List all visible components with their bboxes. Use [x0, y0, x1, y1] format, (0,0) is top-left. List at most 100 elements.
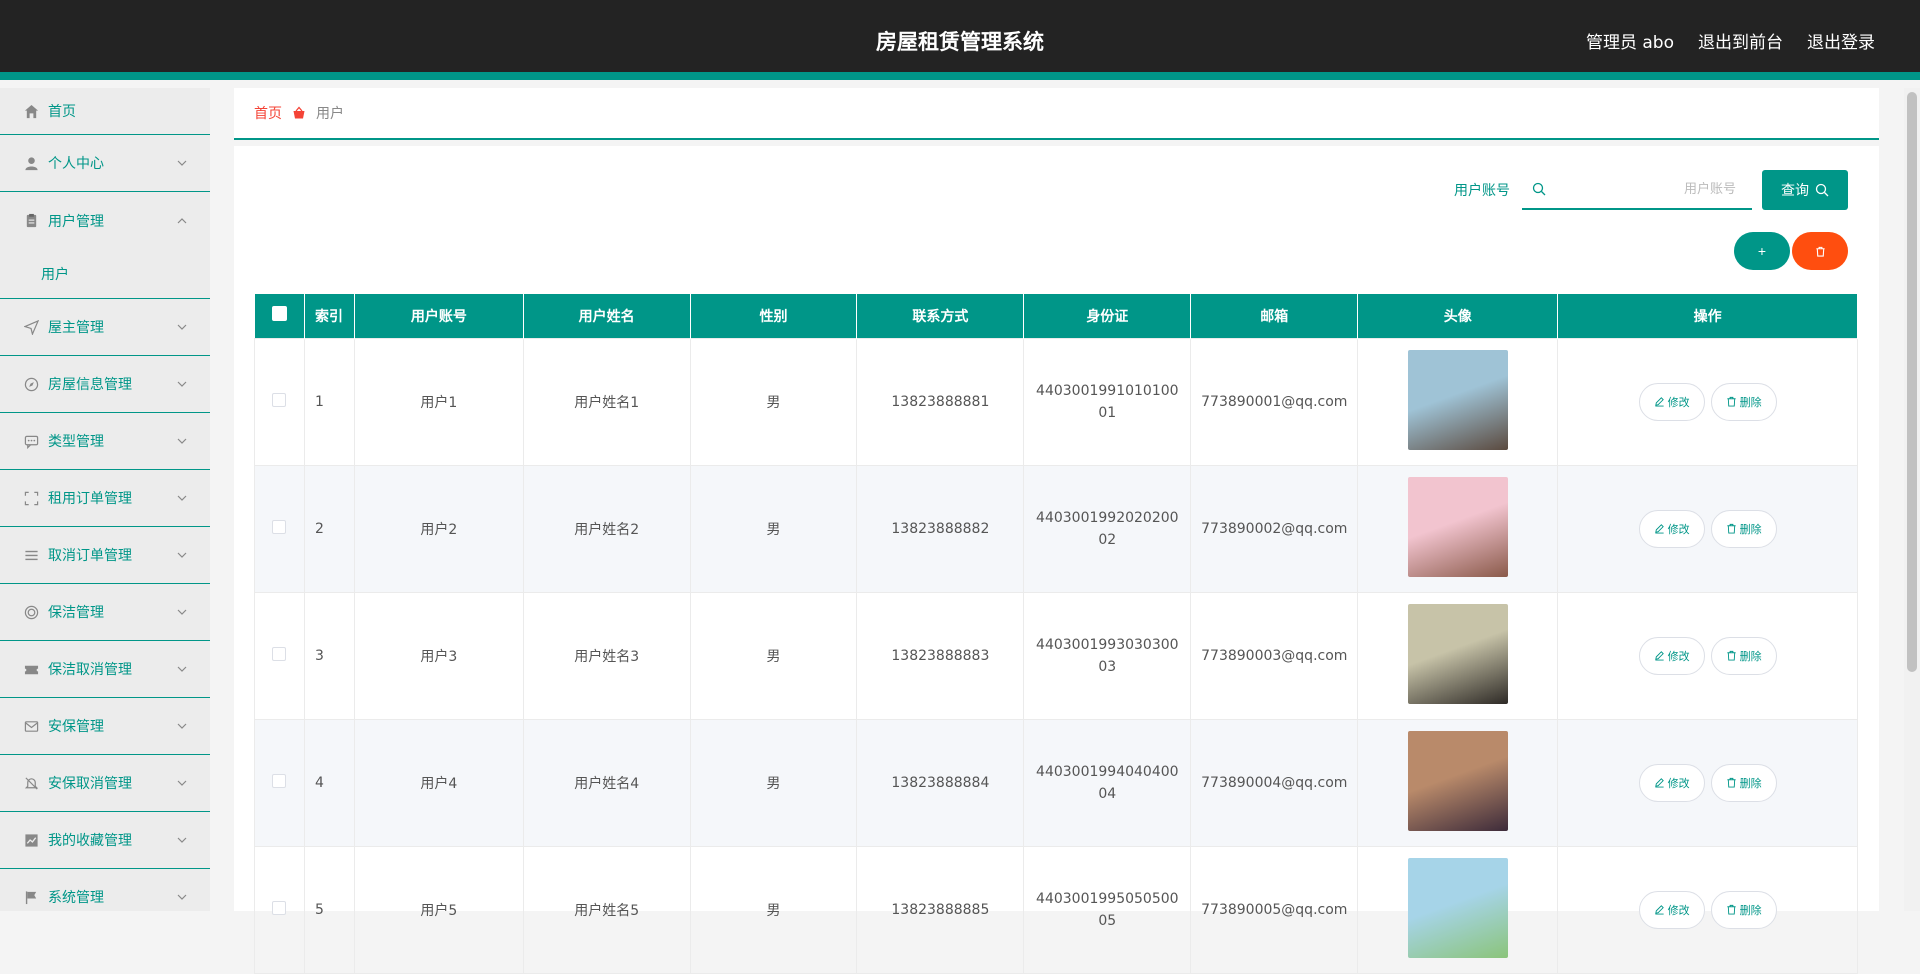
batch-delete-button[interactable] [1792, 232, 1848, 270]
cell-phone: 13823888884 [856, 718, 1025, 847]
avatar [1407, 476, 1508, 577]
chevron-down-icon [177, 723, 187, 729]
sidebar-item-type-management[interactable]: 类型管理 [0, 413, 210, 470]
cell-index: 3 [303, 591, 355, 720]
row-checkbox[interactable] [272, 646, 287, 661]
row-select-cell [254, 845, 305, 974]
content-panel: 用户账号 查询 + 索引 用户账号 用户姓名 [234, 146, 1879, 974]
cell-account: 用户4 [353, 718, 524, 847]
chevron-down-icon [177, 438, 187, 444]
sidebar-item-label: 类型管理 [48, 434, 104, 450]
delete-button[interactable]: 删除 [1710, 890, 1777, 929]
edit-label: 修改 [1667, 903, 1690, 917]
sidebar-subitem-users[interactable]: 用户 [0, 249, 210, 299]
sidebar-item-favorites[interactable]: 我的收藏管理 [0, 812, 210, 869]
sidebar-item-home[interactable]: 首页 [0, 88, 210, 135]
sidebar-item-owner-management[interactable]: 屋主管理 [0, 299, 210, 356]
row-checkbox[interactable] [272, 900, 287, 915]
edit-button[interactable]: 修改 [1638, 763, 1705, 802]
sidebar-item-label: 租用订单管理 [48, 491, 132, 507]
edit-button[interactable]: 修改 [1638, 890, 1705, 929]
logout-link[interactable]: 退出登录 [1807, 28, 1875, 53]
cell-gender: 男 [689, 845, 858, 974]
cell-phone: 13823888885 [856, 845, 1025, 974]
id-card-text: 440300199505050005 [1036, 890, 1179, 929]
query-button[interactable]: 查询 [1762, 170, 1848, 210]
cell-name: 用户姓名5 [522, 845, 691, 974]
column-header: 索引 [304, 294, 355, 338]
cell-avatar [1357, 464, 1559, 593]
trash-icon [1726, 396, 1736, 407]
sidebar-item-cleaning-cancel[interactable]: 保洁取消管理 [0, 641, 210, 698]
row-select-cell [254, 718, 305, 847]
breadcrumb-home[interactable]: 首页 [254, 103, 282, 123]
edit-button[interactable]: 修改 [1638, 509, 1705, 548]
cell-email: 773890005@qq.com [1190, 845, 1359, 974]
sidebar-item-house-info[interactable]: 房屋信息管理 [0, 356, 210, 413]
column-header: 用户姓名 [523, 294, 691, 338]
scan-icon [22, 489, 40, 507]
chevron-down-icon [177, 324, 187, 330]
scrollbar-thumb[interactable] [1907, 92, 1917, 672]
sidebar-item-security-cancel[interactable]: 安保取消管理 [0, 755, 210, 812]
edit-icon [1654, 905, 1664, 915]
delete-label: 删除 [1739, 903, 1762, 917]
column-header: 头像 [1357, 294, 1559, 338]
sidebar: 首页 个人中心 用户管理 用户 屋主管理 房屋信息管理 类型管理 租用订单管理 … [0, 88, 210, 911]
sidebar-item-user-management[interactable]: 用户管理 [0, 192, 210, 249]
id-card-text: 440300199404040004 [1036, 763, 1179, 802]
table-actions: + [1734, 232, 1848, 270]
delete-button[interactable]: 删除 [1710, 509, 1777, 548]
row-checkbox[interactable] [272, 519, 287, 534]
search-input[interactable] [1556, 181, 1736, 197]
cell-actions: 修改 删除 [1557, 337, 1858, 466]
id-card-text: 440300199303030003 [1036, 636, 1179, 675]
row-select-cell [254, 464, 305, 593]
sidebar-item-cancel-orders[interactable]: 取消订单管理 [0, 527, 210, 584]
row-select-cell [254, 337, 305, 466]
edit-icon [1654, 651, 1664, 661]
column-header: 性别 [690, 294, 858, 338]
edit-button[interactable]: 修改 [1638, 636, 1705, 675]
delete-button[interactable]: 删除 [1710, 382, 1777, 421]
table-row: 4 用户4 用户姓名4 男 13823888884 440300199404040004 7… [254, 718, 1858, 847]
cell-account: 用户1 [353, 337, 524, 466]
row-checkbox[interactable] [272, 773, 287, 788]
sidebar-item-cleaning[interactable]: 保洁管理 [0, 584, 210, 641]
chevron-down-icon [177, 780, 187, 786]
cell-index: 1 [303, 337, 355, 466]
flag-icon [22, 888, 40, 906]
breadcrumb: 首页 用户 [234, 88, 1879, 140]
edit-icon [1654, 524, 1664, 534]
cell-index: 4 [303, 718, 355, 847]
table-header-row: 索引 用户账号 用户姓名 性别 联系方式 身份证 邮箱 头像 操作 [254, 294, 1858, 338]
delete-button[interactable]: 删除 [1710, 763, 1777, 802]
cell-name: 用户姓名4 [522, 718, 691, 847]
page-scrollbar[interactable] [1904, 88, 1920, 911]
table-row: 1 用户1 用户姓名1 男 13823888881 440300199101010001 7… [254, 337, 1858, 466]
add-button[interactable]: + [1734, 232, 1790, 270]
search-input-wrap [1522, 170, 1752, 210]
header-links: 管理员 abo 退出到前台 退出登录 [1586, 28, 1875, 53]
sidebar-item-rent-orders[interactable]: 租用订单管理 [0, 470, 210, 527]
sidebar-item-profile[interactable]: 个人中心 [0, 135, 210, 192]
cell-id-card: 440300199202020002 [1023, 464, 1192, 593]
delete-button[interactable]: 删除 [1710, 636, 1777, 675]
sidebar-item-security[interactable]: 安保管理 [0, 698, 210, 755]
ticket-icon [22, 660, 40, 678]
cell-account: 用户2 [353, 464, 524, 593]
avatar [1407, 730, 1508, 831]
sidebar-item-system[interactable]: 系统管理 [0, 869, 210, 911]
send-icon [22, 318, 40, 336]
cell-name: 用户姓名1 [522, 337, 691, 466]
basket-icon [292, 106, 306, 120]
edit-button[interactable]: 修改 [1638, 382, 1705, 421]
row-checkbox[interactable] [272, 392, 287, 407]
front-link[interactable]: 退出到前台 [1698, 28, 1783, 53]
users-table: 索引 用户账号 用户姓名 性别 联系方式 身份证 邮箱 头像 操作 1 用户1 用户… [254, 294, 1858, 974]
sidebar-item-label: 安保取消管理 [48, 776, 132, 792]
chevron-down-icon [177, 837, 187, 843]
select-all-checkbox[interactable] [271, 306, 287, 322]
edit-icon [1654, 778, 1664, 788]
column-header: 身份证 [1023, 294, 1192, 338]
